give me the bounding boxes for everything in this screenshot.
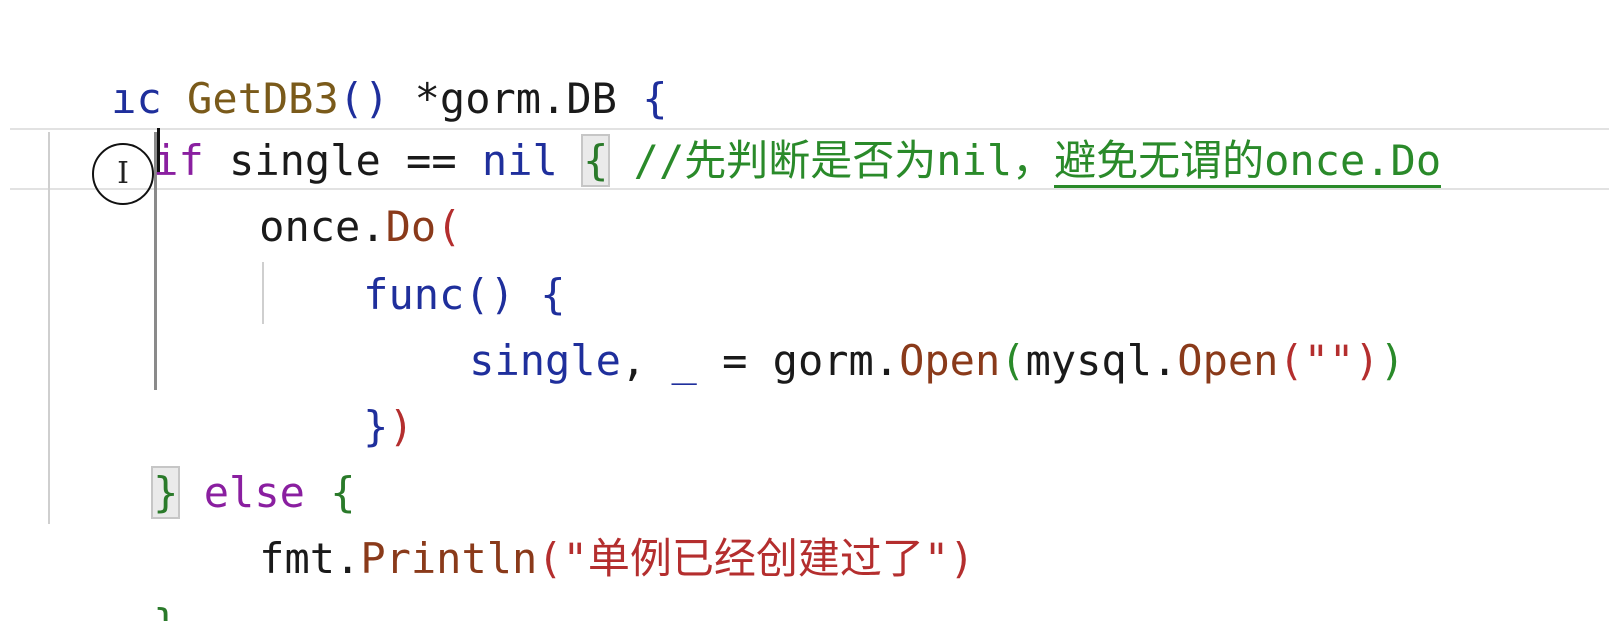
code-comment-underlined: 避免无谓的once.Do <box>1054 136 1442 188</box>
code-token: _ <box>671 336 697 385</box>
matched-brace: { <box>581 134 611 187</box>
code-token: } <box>153 600 178 621</box>
code-comment: //先判断是否为nil， <box>633 136 1055 185</box>
i-beam-icon: I <box>117 156 129 191</box>
code-line-2: if single == nil { //先判断是否为nil，避免无谓的once… <box>52 62 1442 188</box>
code-line-1: ıc GetDB3() *gorm.DB { <box>10 0 667 123</box>
code-string: "" <box>1303 336 1355 385</box>
code-line-6: }) <box>262 328 414 451</box>
code-token: . <box>1152 336 1178 385</box>
code-line-3: once.Do( <box>158 128 461 251</box>
code-token: fmt <box>259 534 336 583</box>
code-token: = <box>722 336 748 385</box>
code-token: ( <box>1278 336 1304 385</box>
code-line-5: single, _ = gorm.Open(mysql.Open("")) <box>368 262 1405 385</box>
code-token: Open <box>899 336 1001 385</box>
code-token: Open <box>1177 336 1279 385</box>
code-token: } <box>363 402 389 451</box>
code-token: , <box>620 336 647 385</box>
code-token: Println <box>360 534 538 583</box>
code-token: ( <box>1000 336 1026 385</box>
text-caret <box>157 128 160 172</box>
code-token: ) <box>949 534 975 583</box>
code-token: ) <box>1354 336 1380 385</box>
mouse-cursor-highlight: I <box>92 143 154 205</box>
code-string: "单例已经创建过了" <box>562 534 950 583</box>
code-line-8: fmt.Println("单例已经创建过了") <box>158 460 974 583</box>
code-token: ( <box>537 534 563 583</box>
code-token: ) <box>388 402 414 451</box>
code-token: gorm <box>772 336 874 385</box>
code-token: . <box>335 534 361 583</box>
code-line-7: } else { <box>52 394 356 519</box>
code-token: ) <box>1379 336 1405 385</box>
code-token: mysql <box>1025 336 1152 385</box>
code-line-4: func() { <box>262 196 565 319</box>
code-token: single <box>469 336 621 385</box>
code-token: . <box>873 336 900 385</box>
code-token: nil <box>481 136 558 185</box>
code-line-9: } <box>52 526 178 621</box>
code-editor[interactable]: ıc GetDB3() *gorm.DB { if single == nil … <box>0 0 1609 621</box>
